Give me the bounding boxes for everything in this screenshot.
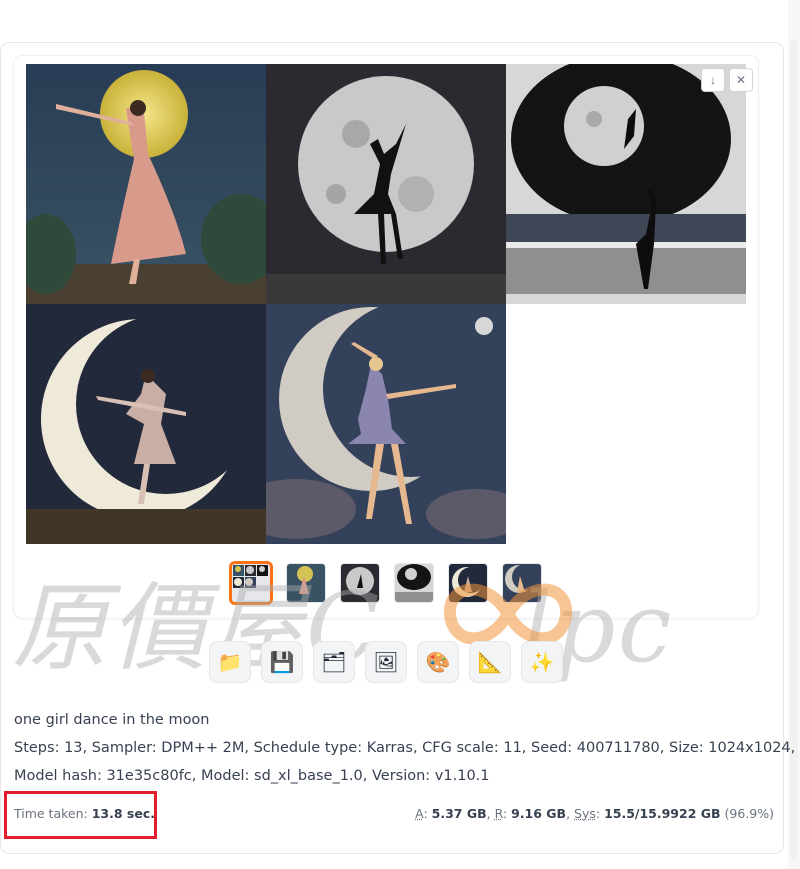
thumbnail-4[interactable] (449, 564, 487, 602)
folder-icon: 📁 (217, 651, 243, 674)
triangle-ruler-icon: 📐 (477, 651, 503, 674)
generation-info: one girl dance in the moon Steps: 13, Sa… (14, 706, 796, 790)
gallery-image-1[interactable] (26, 64, 266, 304)
gallery-image-3[interactable] (506, 64, 746, 304)
thumbnail-3[interactable] (395, 564, 433, 602)
gallery-image-4[interactable] (26, 304, 266, 544)
archive-icon: 🗂 (321, 651, 347, 674)
close-button[interactable]: ✕ (729, 68, 753, 92)
mem-r-label: R (494, 806, 503, 821)
close-icon: ✕ (735, 73, 747, 87)
send-to-img2img-button[interactable]: 🖼 (365, 641, 407, 683)
params-line-1: Steps: 13, Sampler: DPM++ 2M, Schedule t… (14, 740, 796, 756)
mem-r-value: 9.16 GB (511, 806, 567, 821)
thumbnail-2[interactable] (341, 564, 379, 602)
open-folder-button[interactable]: 📁 (209, 641, 251, 683)
memory-usage: A: 5.37 GB, R: 9.16 GB, Sys: 15.5/15.992… (415, 806, 774, 821)
thumbnail-5[interactable] (503, 564, 541, 602)
mem-a-value: 5.37 GB (431, 806, 487, 821)
mem-sys-percent: (96.9%) (724, 806, 774, 821)
save-zip-button[interactable]: 🗂 (313, 641, 355, 683)
page-scrollbar[interactable] (788, 0, 800, 869)
send-to-extras-button[interactable]: 📐 (469, 641, 511, 683)
send-to-inpaint-button[interactable]: 🎨 (417, 641, 459, 683)
picture-icon: 🖼 (373, 651, 399, 674)
gallery-image-2[interactable] (266, 64, 506, 304)
upscale-button[interactable]: ✨ (521, 641, 563, 683)
thumbnail-grid[interactable] (232, 564, 270, 602)
highlight-box (4, 791, 157, 839)
mem-sys-value: 15.5/15.9922 GB (604, 806, 721, 821)
download-button[interactable]: ↓ (701, 68, 725, 92)
mem-a-label: A (415, 806, 424, 821)
thumbnail-1[interactable] (287, 564, 325, 602)
thumbnail-strip (0, 562, 800, 606)
save-button[interactable]: 💾 (261, 641, 303, 683)
mem-sys-label: Sys (574, 806, 596, 821)
gallery-image-5[interactable] (266, 304, 506, 544)
floppy-icon: 💾 (269, 651, 295, 674)
scrollbar-thumb[interactable] (790, 40, 798, 860)
download-icon: ↓ (710, 73, 716, 87)
params-line-2: Model hash: 31e35c80fc, Model: sd_xl_bas… (14, 768, 490, 784)
action-bar: 📁 💾 🗂 🖼 🎨 📐 ✨ (0, 641, 800, 685)
sparkles-icon: ✨ (529, 651, 555, 674)
prompt-text: one girl dance in the moon (14, 712, 210, 728)
palette-icon: 🎨 (425, 651, 451, 674)
